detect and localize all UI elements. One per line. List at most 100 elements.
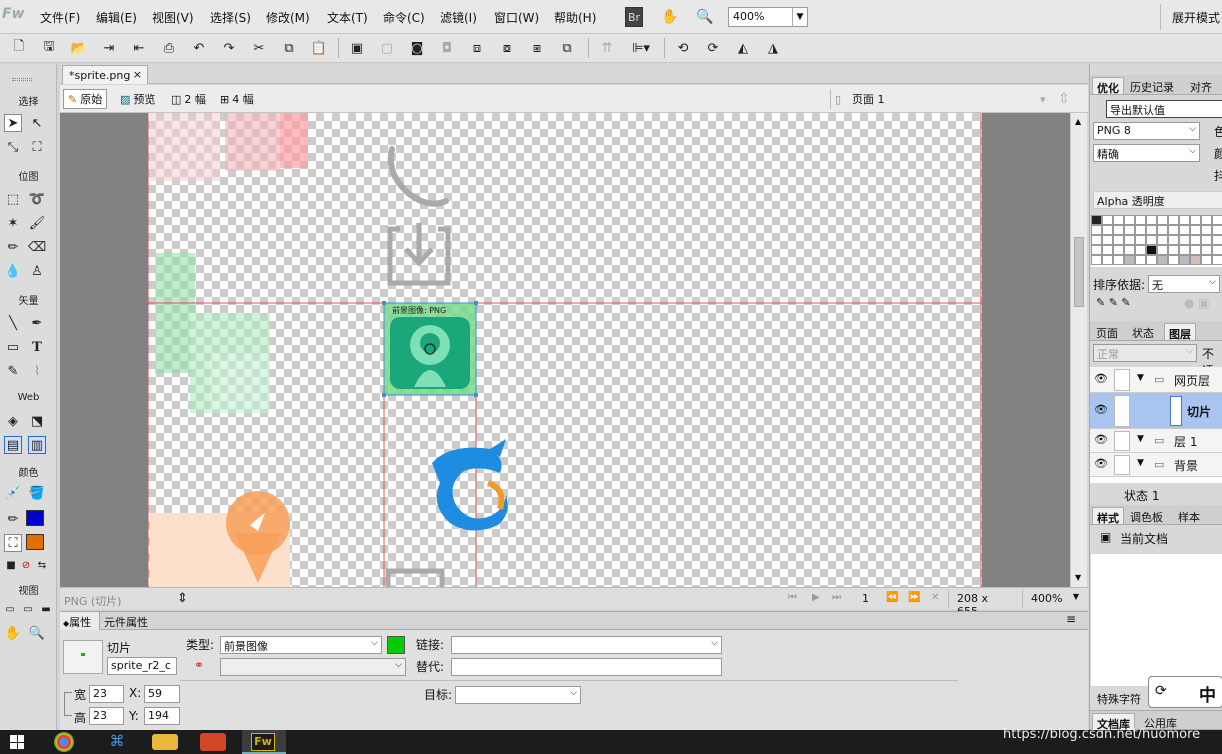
tab-layers[interactable]: 图层 xyxy=(1164,323,1196,341)
tab-styles[interactable]: 样式 xyxy=(1092,507,1124,525)
send-to-back-icon[interactable]: ⧉ xyxy=(558,39,576,57)
panel-menu-icon[interactable]: ≡ xyxy=(1066,612,1076,626)
palette-select[interactable]: 精确 ⌵ xyxy=(1093,144,1200,162)
pencil-tool-icon[interactable]: ✏ xyxy=(4,238,22,256)
palette-swatch[interactable] xyxy=(1124,235,1135,245)
palette-swatch[interactable] xyxy=(1201,215,1212,225)
paint-bucket-icon[interactable]: 🪣 xyxy=(28,484,46,502)
slice-color-swatch[interactable] xyxy=(387,636,405,654)
palette-swatch[interactable] xyxy=(1190,235,1201,245)
palette-swatch[interactable] xyxy=(1157,255,1168,265)
view-original-button[interactable]: ✎ 原始 xyxy=(63,89,108,109)
chevron-up-icon[interactable]: ▲ xyxy=(1075,117,1081,126)
palette-swatch[interactable] xyxy=(1102,225,1113,235)
file-explorer-icon[interactable] xyxy=(152,734,178,750)
palette-swatch[interactable] xyxy=(1091,245,1102,255)
palette-swatch[interactable] xyxy=(1091,255,1102,265)
palette-swatch[interactable] xyxy=(1168,255,1179,265)
constrain-proportions-icon[interactable] xyxy=(64,692,72,716)
zoom-select[interactable]: 400% ▼ xyxy=(728,7,808,27)
palette-swatch[interactable] xyxy=(1201,235,1212,245)
copy-icon[interactable]: ⧉ xyxy=(280,39,298,57)
menu-file[interactable]: 文件(F) xyxy=(40,9,80,26)
palette-swatch[interactable] xyxy=(1168,245,1179,255)
palette-swatch[interactable] xyxy=(1102,255,1113,265)
tab-align[interactable]: 对齐 xyxy=(1186,77,1216,94)
width-field[interactable]: 23 xyxy=(89,685,124,703)
link-field[interactable]: ⌵ xyxy=(451,636,722,654)
tab-history[interactable]: 历史记录 xyxy=(1126,77,1178,94)
palette-tools-icons[interactable]: ● ▣ xyxy=(1184,296,1210,310)
eye-icon[interactable]: 👁 xyxy=(1094,403,1108,416)
hide-slices-icon[interactable]: ▤ xyxy=(4,436,22,454)
eyedropper-tool-icon[interactable]: 💉 xyxy=(4,484,22,502)
palette-swatch[interactable] xyxy=(1190,215,1201,225)
tab-swatches[interactable]: 调色板 xyxy=(1126,507,1167,524)
next-frame-icon[interactable]: ⏩ xyxy=(908,592,920,603)
zoom-status[interactable]: 400% ▼ xyxy=(1022,589,1082,608)
windows-start-icon[interactable] xyxy=(10,735,24,749)
palette-swatch[interactable] xyxy=(1113,225,1124,235)
palette-swatch[interactable] xyxy=(1157,215,1168,225)
print-icon[interactable]: ⎙ xyxy=(160,39,178,57)
x-field[interactable]: 59 xyxy=(144,685,180,703)
palette-swatch[interactable] xyxy=(1146,235,1157,245)
group-icon[interactable]: ▣ xyxy=(348,39,366,57)
palette-swatch[interactable] xyxy=(1179,235,1190,245)
palette-swatch[interactable] xyxy=(1212,255,1222,265)
current-document-label[interactable]: 当前文档 xyxy=(1120,530,1168,547)
swap-colors-icon[interactable]: ⇆ xyxy=(33,556,51,574)
menu-select[interactable]: 选择(S) xyxy=(210,9,251,26)
layer-row[interactable]: 👁 切片 xyxy=(1090,393,1222,429)
fullscreen-icon[interactable]: ▬ xyxy=(37,600,55,618)
chrome-icon[interactable] xyxy=(54,732,74,752)
menu-view[interactable]: 视图(V) xyxy=(152,9,194,26)
object-name-field[interactable]: sprite_r2_c xyxy=(107,657,177,675)
distribute-icon[interactable]: ⇈ xyxy=(598,39,616,57)
send-backward-icon[interactable]: ⧆ xyxy=(528,39,546,57)
prev-frame-icon[interactable]: ⏪ xyxy=(886,592,898,603)
undo-icon[interactable]: ↶ xyxy=(190,39,208,57)
palette-swatch[interactable] xyxy=(1212,225,1222,235)
palette-swatch[interactable] xyxy=(1201,245,1212,255)
split-icon[interactable]: ◘ xyxy=(438,39,456,57)
palette-swatch[interactable] xyxy=(1102,235,1113,245)
bridge-button[interactable]: Br xyxy=(625,7,643,27)
last-frame-icon[interactable]: ⏭ xyxy=(832,592,841,603)
rotate-right-icon[interactable]: ⟳ xyxy=(704,39,722,57)
flip-horizontal-icon[interactable]: ◭ xyxy=(734,39,752,57)
new-page-icon[interactable]: ⇳ xyxy=(1058,89,1070,109)
palette-swatch[interactable] xyxy=(1168,235,1179,245)
height-field[interactable]: 23 xyxy=(89,707,124,725)
cut-icon[interactable]: ✂ xyxy=(250,39,268,57)
vscode-icon[interactable]: ⌘ xyxy=(104,732,130,752)
tab-optimize[interactable]: 优化 xyxy=(1092,77,1124,95)
first-frame-icon[interactable]: ⏮ xyxy=(788,592,797,603)
alt-field[interactable] xyxy=(451,658,722,676)
join-icon[interactable]: ◙ xyxy=(408,39,426,57)
save-icon[interactable]: 🖫 xyxy=(40,39,58,57)
view-4up-button[interactable]: ⊞ 4 幅 xyxy=(220,89,254,109)
chevron-down-icon[interactable]: ▾ xyxy=(1040,89,1046,109)
palette-swatch[interactable] xyxy=(1135,225,1146,235)
text-tool-icon[interactable]: T xyxy=(28,338,46,356)
palette-swatch[interactable] xyxy=(1212,235,1222,245)
flip-vertical-icon[interactable]: ◮ xyxy=(764,39,782,57)
palette-swatch[interactable] xyxy=(1179,255,1190,265)
line-tool-icon[interactable]: ╲ xyxy=(4,314,22,332)
hand-icon[interactable]: ✋ xyxy=(660,7,680,27)
lock-toggle[interactable] xyxy=(1114,395,1130,427)
menu-commands[interactable]: 命令(C) xyxy=(383,9,425,26)
menu-window[interactable]: 窗口(W) xyxy=(494,9,539,26)
palette-swatch[interactable] xyxy=(1190,255,1201,265)
palette-swatch[interactable] xyxy=(1168,225,1179,235)
palette-swatch[interactable] xyxy=(1212,215,1222,225)
zoom-icon[interactable]: 🔍 xyxy=(695,7,715,27)
page-selector[interactable]: 页面 1 xyxy=(852,89,885,109)
stroke-color-swatch[interactable] xyxy=(26,510,44,526)
blur-tool-icon[interactable]: 💧 xyxy=(4,262,22,280)
sort-select[interactable]: 无 ⌵ xyxy=(1148,275,1220,293)
document-canvas[interactable]: 前景图像: PNG xyxy=(60,113,1070,587)
palette-swatch[interactable] xyxy=(1179,225,1190,235)
layer-row[interactable]: 👁 ▼ ▭ 背景 xyxy=(1090,453,1222,477)
